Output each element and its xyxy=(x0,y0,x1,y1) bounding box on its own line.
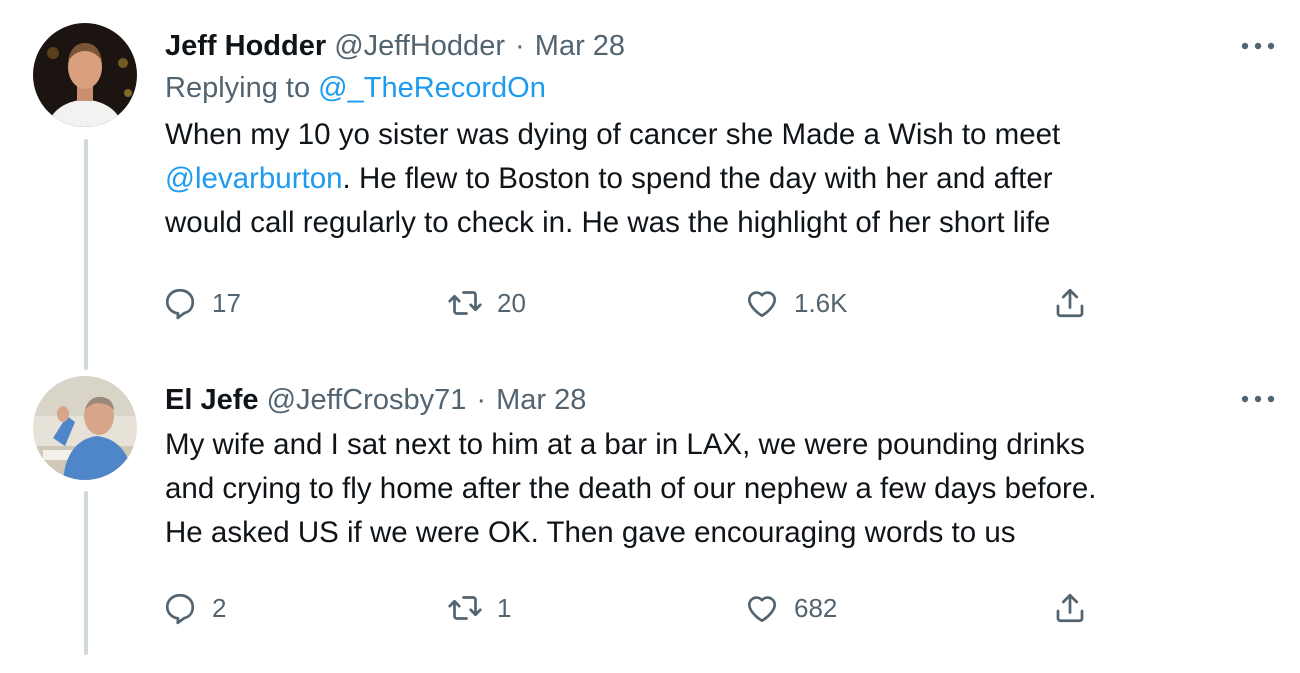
tweet[interactable]: El Jefe @JeffCrosby71 · Mar 28 My wife a… xyxy=(0,360,1300,673)
separator-dot: · xyxy=(476,384,487,416)
tweet-text-line: @levarburton. He flew to Boston to spend… xyxy=(165,157,1260,201)
thread-connector xyxy=(84,360,88,370)
replying-to: Replying to @_TheRecordOn xyxy=(165,66,1260,110)
thread-connector xyxy=(84,139,88,370)
like-button[interactable]: 1.6K xyxy=(744,283,848,323)
separator-dot: · xyxy=(515,30,525,62)
user-handle[interactable]: @JeffCrosby71 xyxy=(267,384,467,416)
more-icon xyxy=(1241,395,1275,403)
retweet-count: 20 xyxy=(497,287,526,318)
tweet-header: Jeff Hodder @JeffHodder · Mar 28 xyxy=(165,26,1260,66)
replying-to-handle-link[interactable]: @_TheRecordOn xyxy=(318,72,546,104)
more-options-button[interactable] xyxy=(1240,34,1276,58)
tweet-actions: 2 1 682 xyxy=(162,588,1102,628)
share-button[interactable] xyxy=(1052,283,1088,323)
tweet-text-line: He asked US if we were OK. Then gave enc… xyxy=(165,516,1016,549)
tweet-thread: Jeff Hodder @JeffHodder · Mar 28 Replyin… xyxy=(0,0,1300,673)
more-options-button[interactable] xyxy=(1240,387,1276,411)
retweet-icon xyxy=(448,596,482,620)
thread-connector xyxy=(84,491,88,655)
like-button[interactable]: 682 xyxy=(744,588,837,628)
retweet-icon xyxy=(448,291,482,315)
reply-button[interactable]: 17 xyxy=(162,283,241,323)
avatar[interactable] xyxy=(33,376,137,480)
like-count: 682 xyxy=(794,592,838,623)
tweet-text: When my 10 yo sister was dying of cancer… xyxy=(165,113,1260,245)
mention-link[interactable]: @levarburton xyxy=(165,162,343,195)
replying-to-label: Replying to xyxy=(165,72,319,104)
share-icon xyxy=(1056,288,1084,318)
display-name[interactable]: El Jefe xyxy=(165,384,259,416)
tweet-content: Jeff Hodder @JeffHodder · Mar 28 Replyin… xyxy=(165,26,1260,245)
tweet-date[interactable]: Mar 28 xyxy=(496,384,586,416)
tweet-text: My wife and I sat next to him at a bar i… xyxy=(165,423,1260,555)
display-name[interactable]: Jeff Hodder xyxy=(165,30,326,62)
more-icon xyxy=(1241,42,1275,50)
tweet-text-line: When my 10 yo sister was dying of cancer… xyxy=(165,118,1061,151)
like-icon xyxy=(747,291,777,318)
user-handle[interactable]: @JeffHodder xyxy=(334,30,505,62)
reply-icon xyxy=(165,288,195,320)
tweet-content: El Jefe @JeffCrosby71 · Mar 28 My wife a… xyxy=(165,380,1260,555)
tweet-text-line: My wife and I sat next to him at a bar i… xyxy=(165,428,1085,461)
tweet-text-fragment: . He flew to Boston to spend the day wit… xyxy=(342,162,1053,195)
tweet-text-line: would call regularly to check in. He was… xyxy=(165,206,1051,239)
share-icon xyxy=(1056,593,1084,623)
avatar[interactable] xyxy=(33,23,137,127)
tweet-actions: 17 20 1.6K xyxy=(162,283,1102,323)
tweet-text-line: and crying to fly home after the death o… xyxy=(165,472,1097,505)
retweet-button[interactable]: 1 xyxy=(447,588,511,628)
like-icon xyxy=(747,596,777,623)
reply-count: 17 xyxy=(212,287,241,318)
retweet-button[interactable]: 20 xyxy=(447,283,526,323)
reply-count: 2 xyxy=(212,592,227,623)
like-count: 1.6K xyxy=(794,287,848,318)
tweet[interactable]: Jeff Hodder @JeffHodder · Mar 28 Replyin… xyxy=(0,0,1300,370)
reply-icon xyxy=(165,593,195,625)
reply-button[interactable]: 2 xyxy=(162,588,226,628)
tweet-header: El Jefe @JeffCrosby71 · Mar 28 xyxy=(165,380,1260,420)
retweet-count: 1 xyxy=(497,592,512,623)
share-button[interactable] xyxy=(1052,588,1088,628)
tweet-date[interactable]: Mar 28 xyxy=(535,30,625,62)
